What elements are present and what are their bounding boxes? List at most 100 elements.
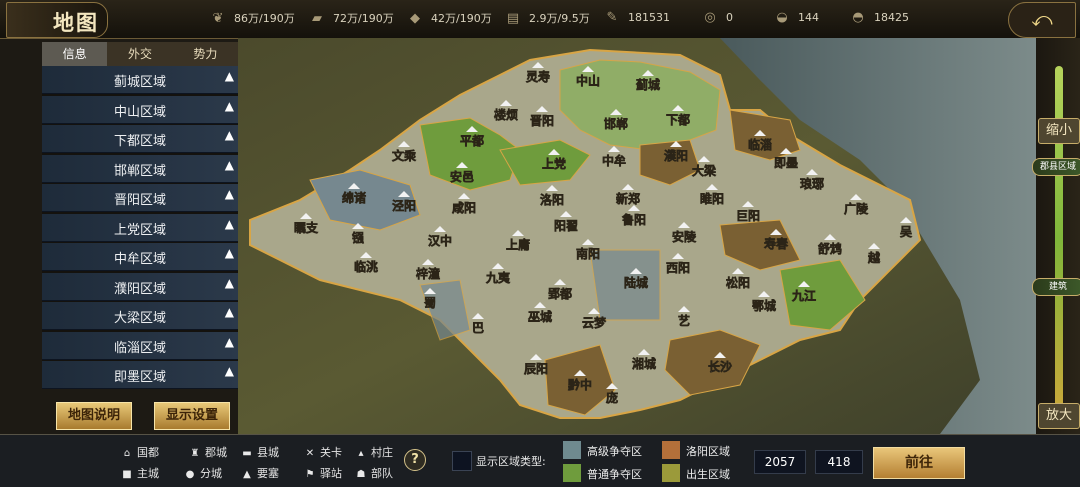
region-list-item[interactable]: 即墨区域 ▲ (42, 361, 238, 389)
city-name: 九江 (791, 288, 816, 303)
city-name: 即墨 (774, 156, 798, 170)
resource-0: ❦ 86万/190万 (208, 10, 295, 26)
go-to-button[interactable]: 前往 (873, 447, 965, 479)
resource-2: ◆ 42万/190万 (405, 10, 492, 26)
legend-symbol-icon: ☗ (356, 469, 366, 480)
expand-arrow-icon[interactable]: ▲ (225, 364, 234, 378)
back-button[interactable]: ⤺ (1008, 2, 1076, 38)
region-name: 中牟区域 (114, 252, 167, 267)
map-title-badge: 地图 (6, 2, 108, 38)
city-name: 洛阳 (540, 192, 564, 207)
region-list-item[interactable]: 濮阳区域 ▲ (42, 272, 238, 301)
region-name: 下都区域 (114, 134, 167, 149)
zoom-level-building[interactable]: 建筑 (1032, 278, 1080, 296)
wheat-icon: ❦ (212, 11, 224, 26)
city-name: 中山 (576, 73, 600, 88)
city-name: 下都 (666, 112, 690, 127)
expand-arrow-icon[interactable]: ▲ (225, 305, 234, 319)
legend-symbol-icon: ✕ (305, 448, 315, 459)
region-list-item[interactable]: 中山区域 ▲ (42, 95, 238, 124)
back-arrow-icon: ⤺ (1031, 7, 1053, 31)
city-name: 安邑 (450, 169, 474, 184)
city-name: 湘城 (632, 356, 656, 371)
tab-diplomacy[interactable]: 外交 (107, 42, 173, 66)
zoom-out-button[interactable]: 缩小 (1038, 118, 1080, 144)
help-icon[interactable]: ? (404, 449, 426, 471)
coord-x-input[interactable]: 2057 (754, 450, 806, 474)
city-name: 泾阳 (392, 198, 416, 213)
city-name: 郢都 (548, 286, 572, 301)
city-name: 平都 (460, 133, 484, 148)
legend-label: 部队 (371, 467, 393, 480)
expand-arrow-icon[interactable]: ▲ (225, 158, 234, 172)
legend-symbol-icon: ▬ (242, 448, 252, 459)
resource-value: 144 (798, 11, 819, 24)
region-list-item[interactable]: 上党区域 ▲ (42, 213, 238, 242)
city-name: 庞 (606, 390, 618, 405)
zone-label: 高级争夺区 (587, 445, 642, 458)
region-sidebar: 信息 外交 势力 蓟城区域 ▲ 中山区域 ▲ 下都区域 ▲ 邯郸区域 ▲ 晋阳区域 ▲ 上党区域 ▲ 中… (42, 42, 238, 389)
city-name: 琅琊 (800, 176, 824, 191)
resource-value: 2.9万/9.5万 (529, 12, 590, 25)
legend-item: ▴ 村庄 (354, 444, 393, 460)
legend-label: 郡城 (205, 446, 227, 459)
legend-item: ⌂ 国都 (120, 444, 159, 460)
region-list-item[interactable]: 邯郸区域 ▲ (42, 154, 238, 183)
stone-icon: ◆ (410, 11, 420, 26)
city-name: 巫城 (528, 309, 552, 324)
feather-icon: ✎ (606, 10, 618, 25)
region-list-item[interactable]: 临淄区域 ▲ (42, 331, 238, 360)
legend-symbol-icon: ● (185, 469, 195, 480)
expand-arrow-icon[interactable]: ▲ (225, 335, 234, 349)
city-name: 舒鸩 (817, 241, 842, 256)
city-name: 九夷 (485, 270, 511, 285)
zone-color-swatch (563, 464, 581, 482)
zone-type-checkbox[interactable] (452, 451, 472, 471)
region-list-item[interactable]: 晋阳区域 ▲ (42, 184, 238, 212)
coord-y-input[interactable]: 418 (815, 450, 863, 474)
legend-label: 关卡 (320, 446, 342, 459)
legend-label: 分城 (200, 467, 222, 480)
legend-symbol-icon: ⌂ (123, 448, 131, 459)
resource-4: ✎ 181531 (602, 10, 670, 25)
zone-color-swatch (662, 441, 680, 459)
expand-arrow-icon[interactable]: ▲ (225, 187, 234, 201)
city-name: 艺 (678, 313, 690, 328)
region-list-item[interactable]: 大梁区域 ▲ (42, 302, 238, 330)
top-bar: 地图 ❦ 86万/190万 ▰ 72万/190万 ◆ 42万/190万 ▤ 2.9万/9.5万… (0, 0, 1080, 39)
expand-arrow-icon[interactable]: ▲ (225, 217, 234, 231)
legend-label: 驿站 (320, 467, 342, 480)
region-list-item[interactable]: 下都区域 ▲ (42, 125, 238, 153)
page-title: 地图 (53, 10, 99, 35)
city-name: 大梁 (692, 163, 716, 178)
city-name: 上党 (542, 156, 566, 171)
region-list-item[interactable]: 蓟城区域 ▲ (42, 66, 238, 94)
tab-forces[interactable]: 势力 (172, 42, 238, 66)
expand-arrow-icon[interactable]: ▲ (225, 246, 234, 260)
city-name: 汉中 (428, 233, 452, 248)
legend-label: 村庄 (371, 446, 393, 459)
city-name: 黔中 (568, 377, 592, 392)
zoom-bar: 缩小 郡县区域 建筑 放大 (1032, 38, 1080, 434)
zone-color-swatch (662, 464, 680, 482)
legend-item: ▲ 要塞 (240, 465, 279, 481)
display-settings-button[interactable]: 显示设置 (154, 402, 230, 430)
expand-arrow-icon[interactable]: ▲ (225, 276, 234, 290)
expand-arrow-icon[interactable]: ▲ (225, 128, 234, 142)
legend-label: 县城 (257, 446, 279, 459)
expand-arrow-icon[interactable]: ▲ (225, 99, 234, 113)
expand-arrow-icon[interactable]: ▲ (225, 69, 234, 83)
gold-ingot-icon: ◒ (776, 10, 788, 25)
map-info-button[interactable]: 地图说明 (56, 402, 132, 430)
region-list-item[interactable]: 中牟区域 ▲ (42, 243, 238, 271)
city-name: 鲁阳 (621, 212, 646, 227)
zoom-level-region[interactable]: 郡县区域 (1032, 158, 1080, 176)
city-name: 邯郸 (604, 116, 628, 131)
zoom-in-button[interactable]: 放大 (1038, 403, 1080, 429)
world-map[interactable]: 灵寿 中山 蓟城楼烦 晋阳 邯郸 下都平都 临淄文乘上党 中牟 濮阳 即墨大梁 安邑 琅琊绵诸泾阳 咸阳… (238, 38, 1036, 434)
city-name: 中牟 (602, 153, 626, 168)
tab-info[interactable]: 信息 (42, 42, 108, 66)
city-name: 临洮 (354, 259, 378, 274)
city-name: 云梦 (582, 315, 607, 330)
city-name: 安陵 (672, 229, 697, 244)
